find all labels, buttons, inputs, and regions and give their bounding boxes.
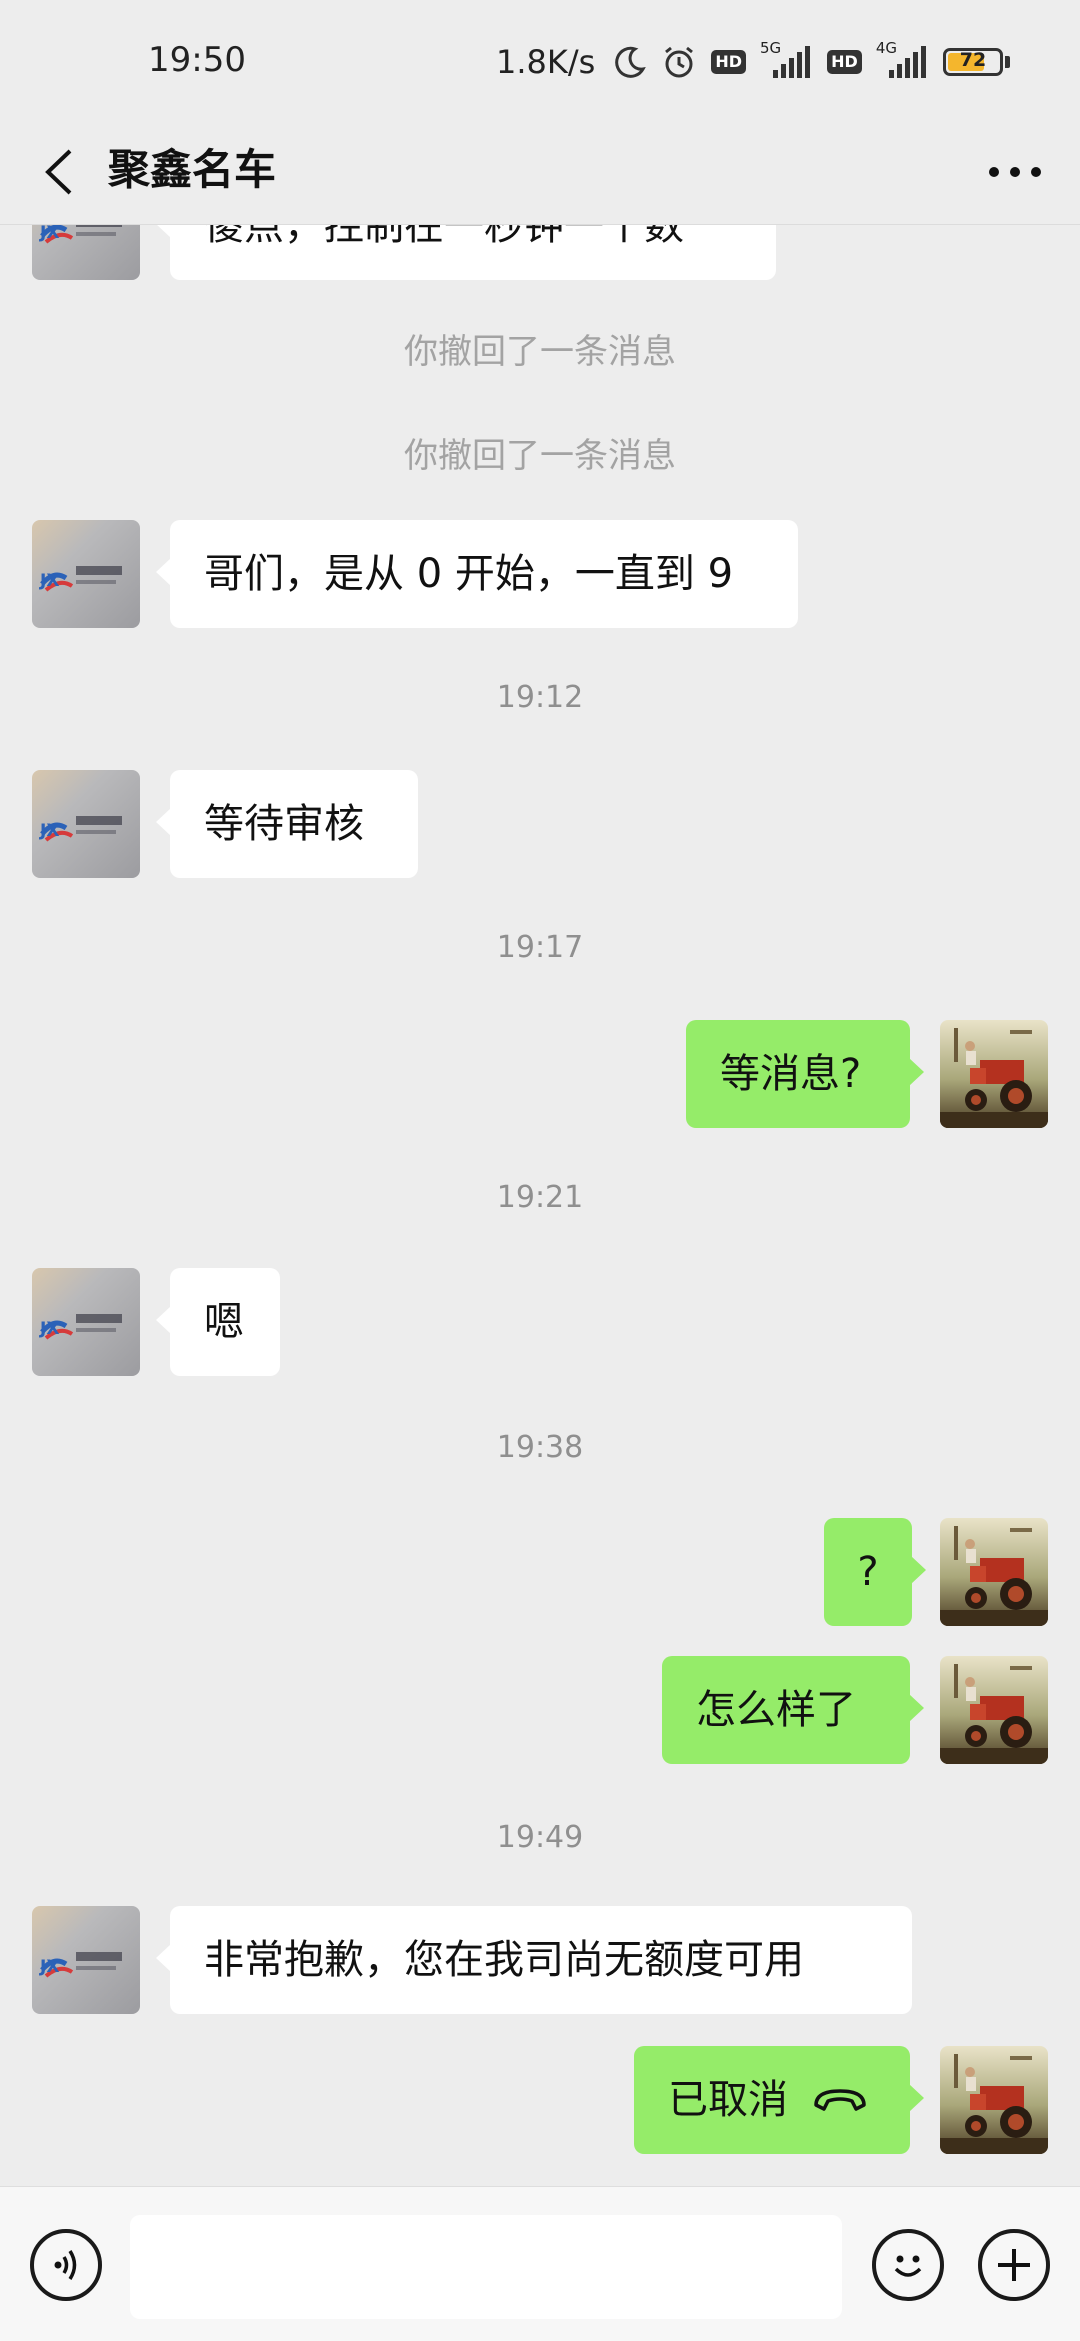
voice-icon [54,2250,77,2280]
message-bubble-received[interactable]: 哥们，是从 0 开始，一直到 9 [156,520,798,628]
my-avatar[interactable] [940,2046,1048,2154]
more-button[interactable] [980,142,1050,202]
moon-icon [613,45,647,79]
net-speed: 1.8K/s [495,43,596,81]
timestamp: 19:49 [496,1820,584,1855]
status-bar: 19:50 1.8K/s HD 5G HD 4G 72 [0,0,1080,120]
net2-label: 4G [875,39,897,57]
contact-avatar[interactable] [32,224,140,280]
message-bubble-received[interactable]: 等待审核 [156,770,418,878]
timestamp: 19:38 [496,1430,584,1465]
call-record-bubble[interactable]: 已取消 [634,2046,924,2154]
input-bar [0,2186,1080,2341]
more-functions-button[interactable] [978,2229,1050,2301]
alarm-icon [661,44,697,80]
status-time: 19:50 [148,40,246,80]
battery-level: 72 [959,49,987,71]
message-bubble-sent[interactable]: 等消息? [686,1020,924,1128]
hangup-phone-icon [814,2089,866,2111]
message-bubble-received[interactable]: 非常抱歉，您在我司尚无额度可用 [156,1906,912,2014]
my-avatar[interactable] [940,1518,1048,1626]
contact-avatar[interactable] [32,1268,140,1376]
plus-icon [998,2249,1030,2281]
hd-icon: HD [711,50,746,74]
message-list[interactable]: 傻点，控制在一秒钟一个数 你撤回了一条消息 你撤回了一条消息 哥们，是从 0 开… [0,224,1080,2184]
more-dots-icon [989,167,1041,177]
status-icons: 1.8K/s HD 5G HD 4G 72 [495,39,1010,84]
signal-4g-icon: 4G [876,39,929,78]
message-bubble-received[interactable]: 嗯 [156,1268,280,1376]
recall-notice: 你撤回了一条消息 [404,332,676,372]
back-button[interactable] [30,142,90,202]
contact-avatar[interactable] [32,770,140,878]
message-bubble-sent[interactable]: 怎么样了 [662,1656,924,1764]
message-input[interactable] [130,2215,842,2319]
message-bubble-sent[interactable]: ? [824,1518,926,1626]
signal-5g-icon: 5G [760,39,813,78]
timestamp: 19:21 [496,1180,584,1215]
contact-avatar[interactable] [32,1906,140,2014]
timestamp: 19:12 [496,680,584,715]
call-status-text: 已取消 [668,2077,788,2123]
hd-icon: HD [827,50,862,74]
chevron-left-icon [45,149,72,195]
message-bubble-received[interactable]: 傻点，控制在一秒钟一个数 [156,224,776,280]
my-avatar[interactable] [940,1656,1048,1764]
emoji-icon [894,2255,922,2277]
battery-icon: 72 [943,48,1010,76]
timestamp: 19:17 [496,930,584,965]
contact-avatar[interactable] [32,520,140,628]
chat-header: 聚鑫名车 [0,120,1080,225]
chat-title: 聚鑫名车 [108,145,277,194]
recall-notice: 你撤回了一条消息 [404,436,676,476]
my-avatar[interactable] [940,1020,1048,1128]
voice-button[interactable] [30,2229,102,2301]
net1-label: 5G [759,39,782,57]
emoji-button[interactable] [872,2229,944,2301]
